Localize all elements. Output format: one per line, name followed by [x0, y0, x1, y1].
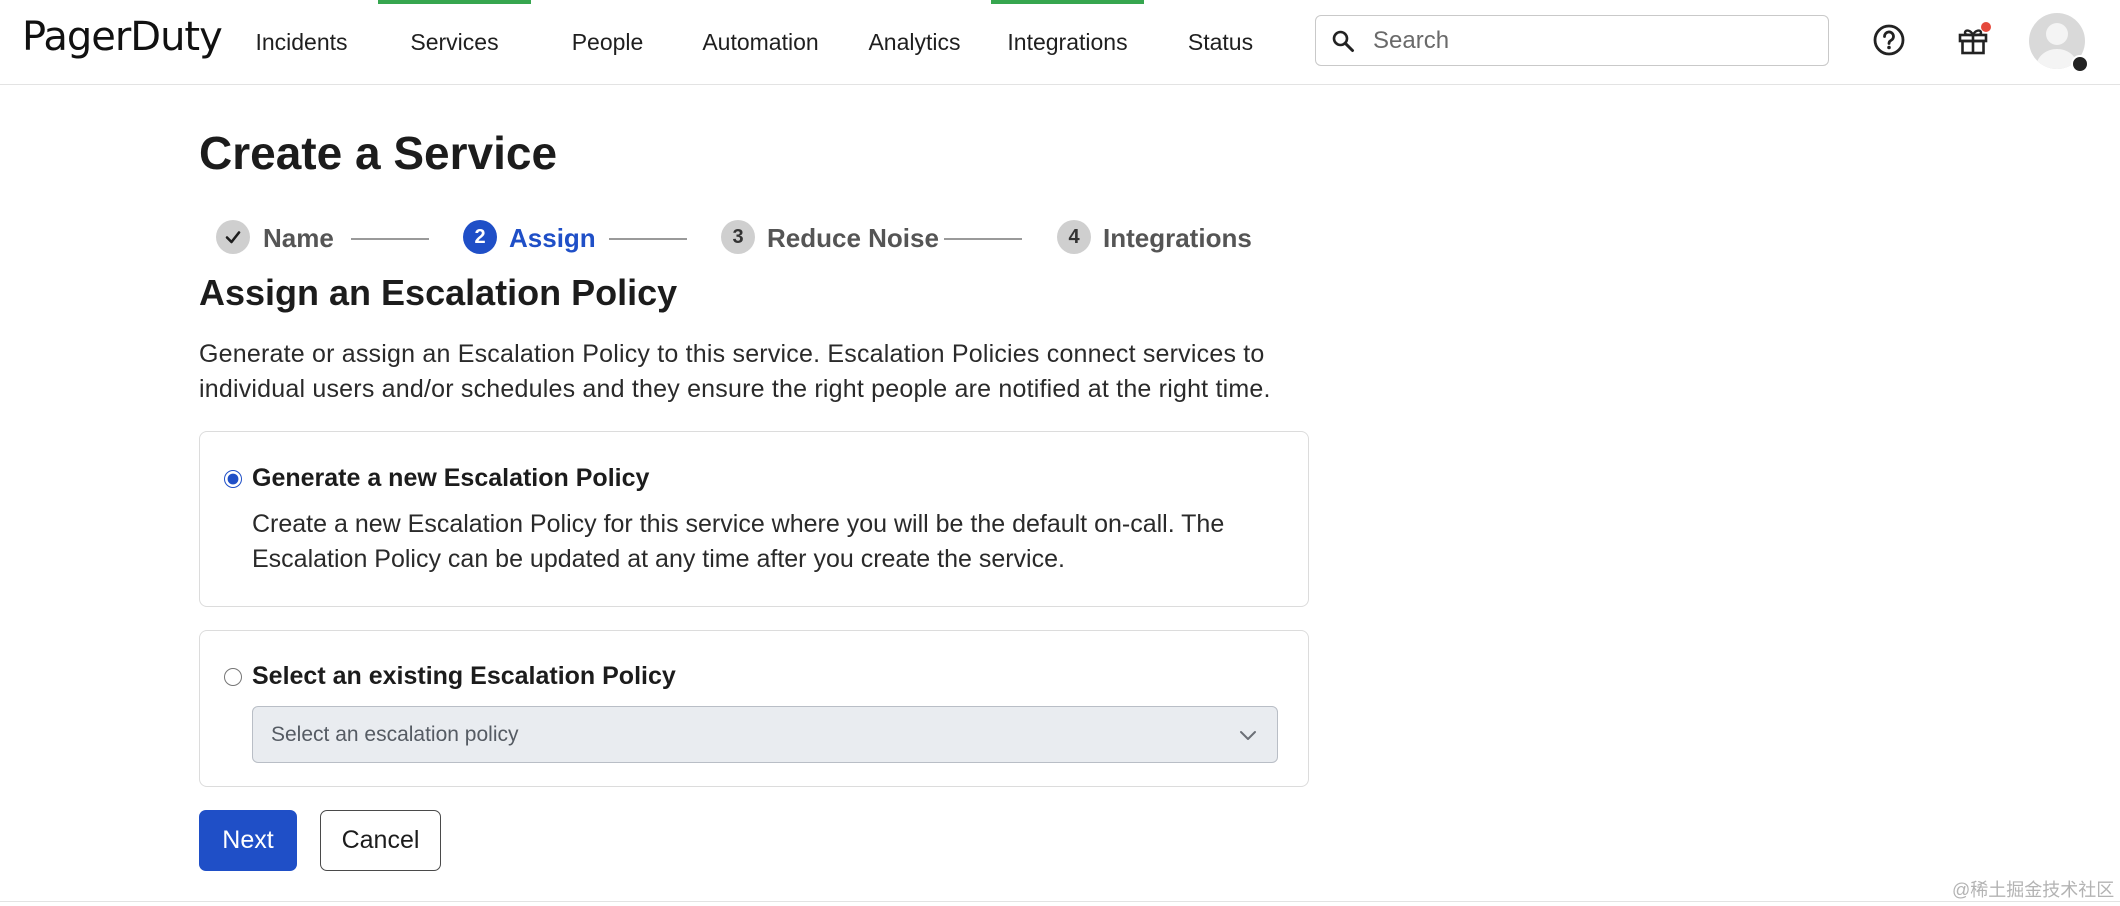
cancel-button[interactable]: Cancel — [320, 810, 441, 871]
step-assign-label: Assign — [509, 223, 596, 253]
generate-policy-label[interactable]: Generate a new Escalation Policy — [252, 464, 649, 493]
section-title: Assign an Escalation Policy — [199, 272, 678, 313]
notification-dot — [1981, 22, 1991, 32]
search-input[interactable] — [1371, 25, 1828, 56]
nav-integrations[interactable]: Integrations — [991, 0, 1144, 84]
search-box[interactable] — [1315, 15, 1829, 66]
step-3-marker: 3 — [721, 220, 755, 254]
nav-status[interactable]: Status — [1144, 0, 1297, 84]
escalation-policy-select[interactable]: Select an escalation policy — [252, 706, 1278, 763]
existing-policy-label[interactable]: Select an existing Escalation Policy — [252, 662, 676, 691]
nav-automation[interactable]: Automation — [684, 0, 837, 84]
top-navigation: PagerDuty Incidents Services People Auto… — [0, 0, 2120, 85]
help-icon[interactable] — [1871, 22, 1907, 58]
step-1-check-icon — [216, 220, 250, 254]
select-placeholder: Select an escalation policy — [271, 722, 519, 746]
step-connector — [944, 238, 1022, 240]
nav-services[interactable]: Services — [378, 0, 531, 84]
generate-policy-description: Create a new Escalation Policy for this … — [252, 510, 1225, 573]
step-integrations-label: Integrations — [1103, 223, 1252, 253]
status-dot — [2071, 55, 2089, 73]
search-icon — [1332, 30, 1354, 52]
step-connector — [609, 238, 687, 240]
existing-policy-radio[interactable] — [224, 668, 242, 686]
step-2-marker: 2 — [463, 220, 497, 254]
bottom-divider — [0, 901, 2120, 902]
step-reduce-noise-label: Reduce Noise — [767, 223, 939, 253]
generate-policy-radio[interactable] — [224, 470, 242, 488]
intro-text: Generate or assign an Escalation Policy … — [199, 340, 1271, 403]
nav-incidents[interactable]: Incidents — [225, 0, 378, 84]
chevron-down-icon — [1240, 730, 1256, 740]
pagerduty-logo[interactable]: PagerDuty — [22, 14, 223, 60]
step-4-marker: 4 — [1057, 220, 1091, 254]
step-name-label: Name — [263, 223, 334, 253]
next-button[interactable]: Next — [199, 810, 297, 871]
step-connector — [351, 238, 429, 240]
watermark: @稀土掘金技术社区 — [1952, 880, 2115, 900]
page-title: Create a Service — [199, 127, 558, 179]
nav-analytics[interactable]: Analytics — [838, 0, 991, 84]
nav-people[interactable]: People — [531, 0, 684, 84]
